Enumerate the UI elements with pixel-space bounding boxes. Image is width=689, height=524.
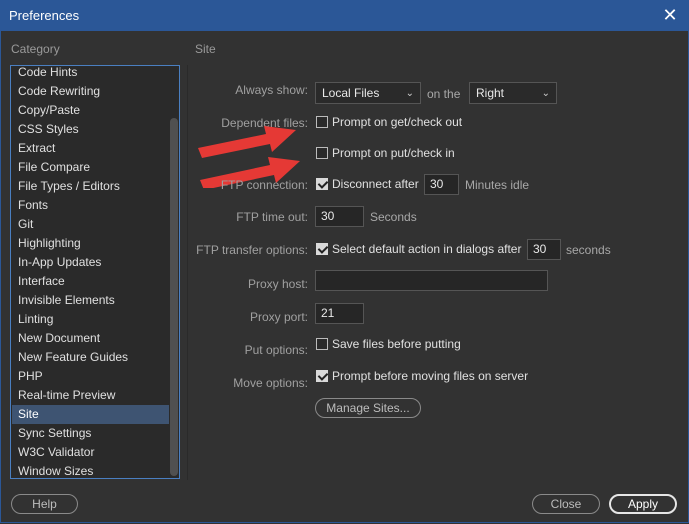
category-item[interactable]: File Compare	[12, 158, 169, 177]
disconnect-checkbox[interactable]	[316, 178, 328, 190]
category-item[interactable]: Real-time Preview	[12, 386, 169, 405]
proxy-host-input[interactable]	[315, 270, 548, 291]
always-show-value: Local Files	[322, 86, 380, 100]
select-default-seconds-input[interactable]: 30	[527, 239, 561, 260]
ftp-connection-label: FTP connection:	[220, 178, 308, 192]
put-options-label: Put options:	[244, 343, 308, 357]
prompt-get-checkbox[interactable]	[316, 116, 328, 128]
category-item[interactable]: Sync Settings	[12, 424, 169, 443]
always-show-select[interactable]: Local Files ⌄	[315, 82, 421, 104]
save-before-put-label: Save files before putting	[332, 337, 461, 351]
category-item[interactable]: Highlighting	[12, 234, 169, 253]
panel-divider	[187, 65, 188, 480]
category-item[interactable]: Code Rewriting	[12, 82, 169, 101]
manage-sites-button[interactable]: Manage Sites...	[315, 398, 421, 418]
chevron-down-icon: ⌄	[541, 88, 550, 99]
category-item[interactable]: Code Hints	[12, 66, 169, 82]
category-item[interactable]: W3C Validator	[12, 443, 169, 462]
seconds-lower-text: seconds	[566, 243, 611, 257]
move-options-label: Move options:	[233, 376, 308, 390]
section-title: Site	[195, 42, 216, 56]
disconnect-minutes-input[interactable]: 30	[424, 174, 459, 195]
side-select[interactable]: Right ⌄	[469, 82, 557, 104]
minutes-idle-text: Minutes idle	[465, 178, 530, 192]
prompt-get-label: Prompt on get/check out	[332, 115, 463, 129]
prompt-put-checkbox[interactable]	[316, 147, 328, 159]
category-item[interactable]: Git	[12, 215, 169, 234]
help-button[interactable]: Help	[11, 494, 78, 514]
category-scrollbar[interactable]	[169, 66, 179, 478]
prompt-move-label: Prompt before moving files on server	[332, 369, 529, 383]
category-item[interactable]: Linting	[12, 310, 169, 329]
title-bar: Preferences ✕	[0, 0, 689, 31]
apply-button[interactable]: Apply	[609, 494, 677, 514]
always-show-label: Always show:	[235, 83, 308, 97]
proxy-host-label: Proxy host:	[247, 277, 308, 291]
proxy-port-label: Proxy port:	[249, 310, 308, 324]
side-value: Right	[476, 86, 505, 100]
seconds-text: Seconds	[370, 210, 417, 224]
select-default-checkbox[interactable]	[316, 243, 328, 255]
category-item[interactable]: New Document	[12, 329, 169, 348]
category-item[interactable]: Window Sizes	[12, 462, 169, 478]
ftp-timeout-label: FTP time out:	[236, 210, 308, 224]
category-item[interactable]: Site	[12, 405, 169, 424]
category-item[interactable]: In-App Updates	[12, 253, 169, 272]
annotation-arrows	[198, 126, 300, 188]
category-item[interactable]: File Types / Editors	[12, 177, 169, 196]
close-icon[interactable]: ✕	[660, 4, 680, 26]
window-title: Preferences	[9, 8, 80, 23]
category-item[interactable]: New Feature Guides	[12, 348, 169, 367]
chevron-down-icon: ⌄	[405, 88, 414, 99]
close-button[interactable]: Close	[532, 494, 600, 514]
category-heading: Category	[11, 42, 60, 56]
proxy-port-input[interactable]: 21	[315, 303, 364, 324]
save-before-put-checkbox[interactable]	[316, 338, 328, 350]
category-item[interactable]: Extract	[12, 139, 169, 158]
prompt-put-label: Prompt on put/check in	[332, 146, 455, 160]
prompt-move-checkbox[interactable]	[316, 370, 328, 382]
category-item[interactable]: PHP	[12, 367, 169, 386]
category-item[interactable]: Interface	[12, 272, 169, 291]
disconnect-label: Disconnect after	[332, 177, 419, 191]
category-list[interactable]: Code Hints Code Rewriting Copy/Paste CSS St…	[10, 65, 180, 479]
category-item[interactable]: Fonts	[12, 196, 169, 215]
ftp-transfer-label: FTP transfer options:	[196, 243, 308, 257]
scrollbar-thumb[interactable]	[170, 118, 178, 476]
category-item[interactable]: Invisible Elements	[12, 291, 169, 310]
select-default-label: Select default action in dialogs after	[332, 242, 522, 256]
on-the-text: on the	[427, 87, 461, 101]
ftp-timeout-input[interactable]: 30	[315, 206, 364, 227]
category-item[interactable]: Copy/Paste	[12, 101, 169, 120]
category-item[interactable]: CSS Styles	[12, 120, 169, 139]
